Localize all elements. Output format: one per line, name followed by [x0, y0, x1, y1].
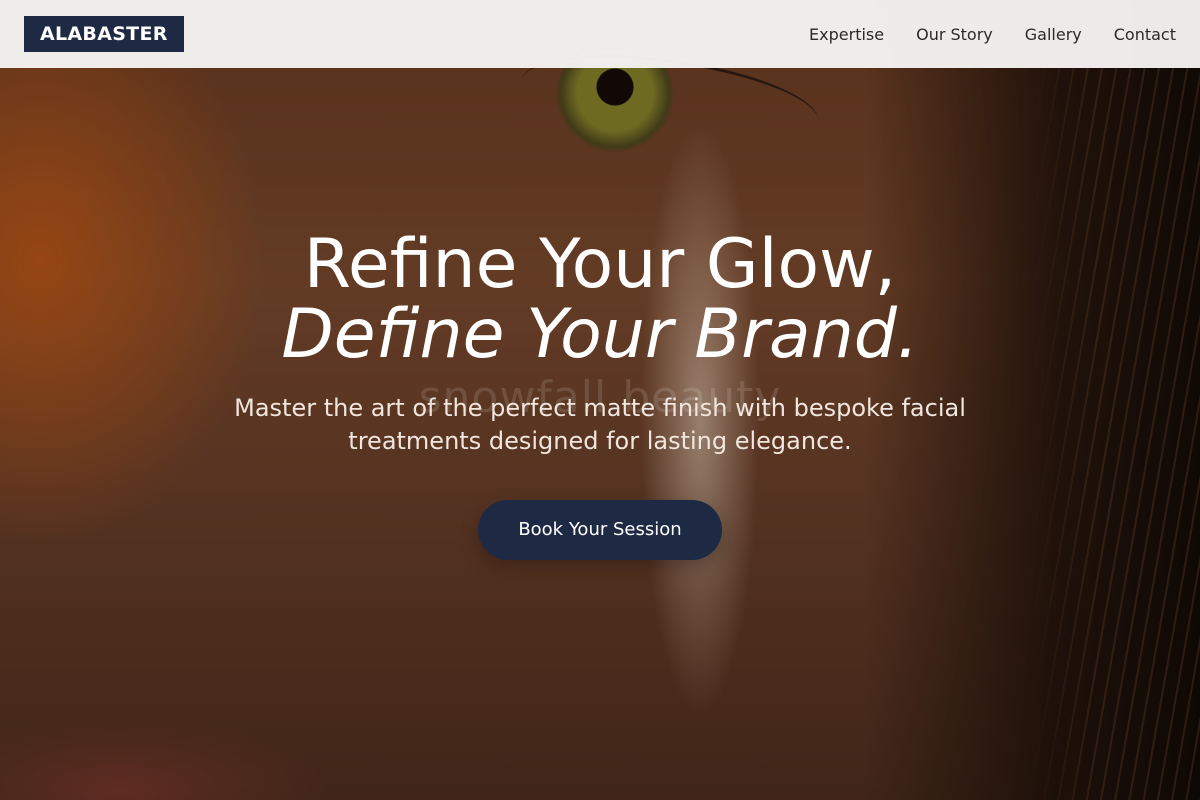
nav-link-gallery[interactable]: Gallery — [1025, 25, 1082, 44]
book-session-button[interactable]: Book Your Session — [478, 500, 722, 560]
hero-subtitle: Master the art of the perfect matte fini… — [234, 394, 966, 455]
headline-line-1: Refine Your Glow, — [303, 225, 897, 304]
landing-page: ALABASTER Expertise Our Story Gallery Co… — [0, 0, 1200, 800]
headline-line-2: Define Your Brand. — [281, 295, 919, 374]
nav-link-expertise[interactable]: Expertise — [809, 25, 884, 44]
site-header: ALABASTER Expertise Our Story Gallery Co… — [0, 0, 1200, 68]
main-nav: Expertise Our Story Gallery Contact — [809, 25, 1176, 44]
nav-link-our-story[interactable]: Our Story — [916, 25, 993, 44]
brand-logo[interactable]: ALABASTER — [24, 16, 184, 52]
nav-link-contact[interactable]: Contact — [1114, 25, 1176, 44]
hero-section: Refine Your Glow, Define Your Brand. Mas… — [0, 230, 1200, 560]
hero-headline: Refine Your Glow, Define Your Brand. — [0, 230, 1200, 370]
